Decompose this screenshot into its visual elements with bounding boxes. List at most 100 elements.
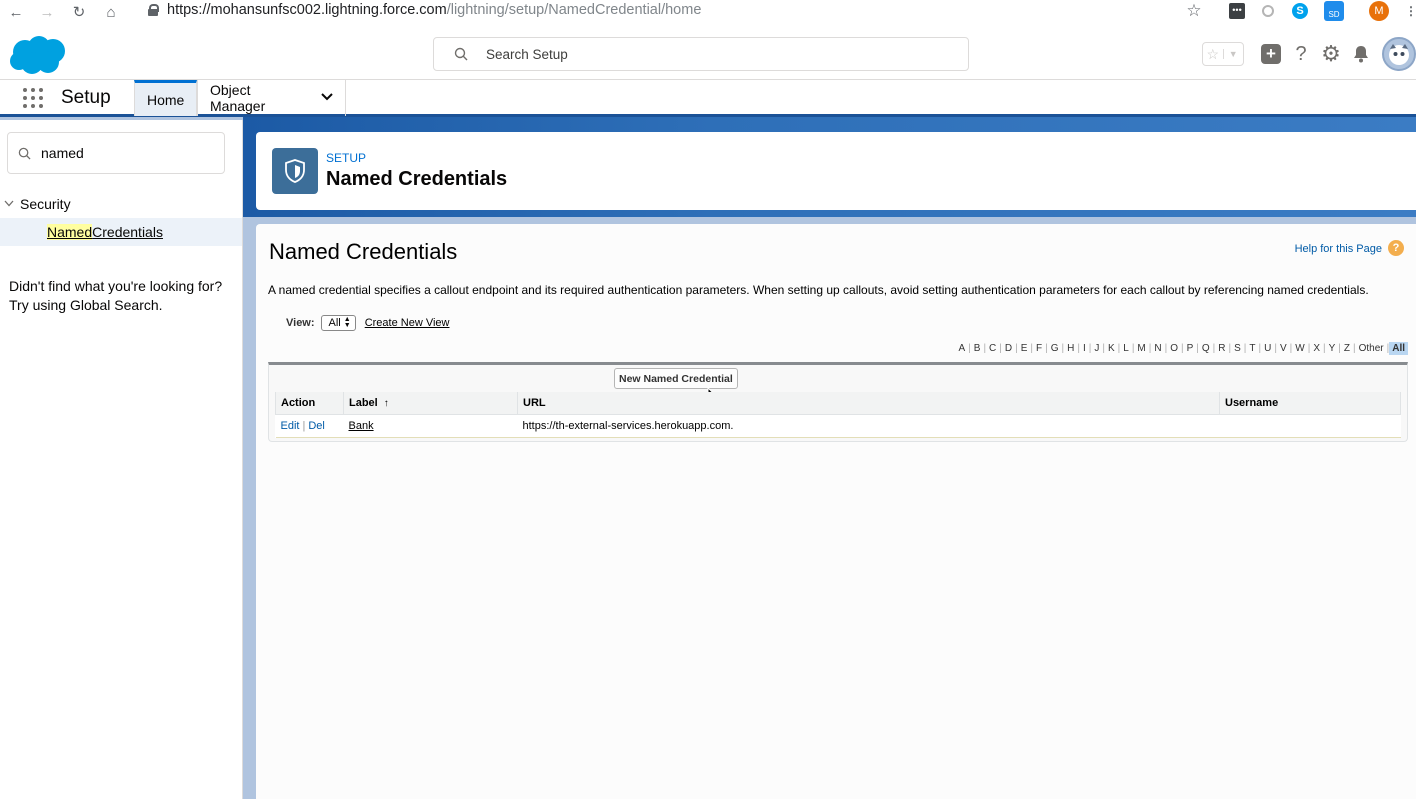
column-header-action: Action [275, 392, 344, 415]
create-new-view-link[interactable]: Create New View [365, 317, 450, 329]
alphabet-letter[interactable]: X [1310, 343, 1323, 354]
favorites-dropdown-icon[interactable]: ▼ [1222, 49, 1244, 59]
help-for-this-page-link[interactable]: Help for this Page [1295, 243, 1382, 255]
alphabet-letter[interactable]: O [1167, 343, 1181, 354]
bookmark-star-icon[interactable]: ☆ [1184, 1, 1204, 21]
alphabet-letter[interactable]: V [1277, 343, 1290, 354]
row-url-cell: https://th-external-services.herokuapp.c… [517, 414, 1220, 438]
alphabet-letter[interactable]: R [1215, 343, 1228, 354]
alphabet-letter[interactable]: B [971, 343, 984, 354]
alphabet-letter[interactable]: P [1184, 343, 1197, 354]
favorites-star-icon[interactable]: ☆ [1203, 46, 1223, 63]
view-label: View: [286, 317, 315, 329]
alphabet-letter[interactable]: N [1151, 343, 1164, 354]
address-bar[interactable]: https://mohansunfsc002.lightning.force.c… [148, 2, 701, 18]
alphabet-letter[interactable]: Y [1326, 343, 1339, 354]
tab-object-manager[interactable]: Object Manager [197, 80, 346, 116]
delete-link[interactable]: Del [308, 420, 325, 432]
view-select[interactable]: All ▲ ▼ [320, 315, 356, 331]
notifications-bell-icon[interactable] [1351, 43, 1371, 65]
view-row: View: All ▲ ▼ Create New View [286, 315, 449, 331]
alphabet-letter[interactable]: H [1064, 343, 1077, 354]
quick-find-input[interactable]: named [7, 132, 225, 174]
sidebar-section-label: Security [20, 196, 71, 212]
alphabet-letter[interactable]: A [955, 343, 968, 354]
content-heading: Named Credentials [269, 239, 458, 264]
setup-sidebar: named Security Named Credentials Didn't … [0, 120, 243, 799]
app-navigation-bar: Setup Home Object Manager [0, 80, 1416, 117]
not-found-message: Didn't find what you're looking for? Try… [9, 278, 223, 313]
extension-icon[interactable]: ••• [1227, 1, 1247, 21]
column-header-label[interactable]: Label ↑ [343, 392, 518, 415]
chevron-down-icon[interactable] [0, 199, 20, 210]
alphabet-letter[interactable]: U [1261, 343, 1274, 354]
salesforce-logo[interactable] [8, 34, 68, 76]
sidebar-item-label: Credentials [92, 224, 163, 240]
table-header-row: Action Label ↑ URL Username [275, 392, 1401, 415]
alphabet-letter[interactable]: S [1231, 343, 1244, 354]
row-label-link[interactable]: Bank [349, 420, 374, 432]
skype-icon[interactable]: S [1290, 1, 1310, 21]
profile-avatar-icon[interactable]: M [1369, 1, 1389, 21]
sidebar-item-named-credentials[interactable]: Named Credentials [0, 218, 242, 246]
user-avatar[interactable] [1382, 37, 1416, 71]
sidebar-section-security[interactable]: Security [0, 192, 242, 216]
help-question-icon[interactable]: ? [1291, 43, 1311, 65]
alphabet-letter[interactable]: Q [1199, 343, 1213, 354]
back-icon[interactable]: ← [0, 0, 32, 24]
home-icon[interactable]: ⌂ [95, 0, 127, 24]
shield-icon [272, 148, 318, 194]
alphabet-letter[interactable]: C [986, 343, 999, 354]
setup-search-input[interactable]: Search Setup [433, 37, 969, 71]
chevron-down-icon[interactable] [321, 92, 333, 104]
alphabet-letter[interactable]: Z [1341, 343, 1353, 354]
app-name: Setup [61, 87, 111, 108]
new-named-credential-button[interactable]: New Named Credential [614, 368, 738, 389]
list-view: New Named Credential Action Label ↑ URL … [268, 362, 1408, 442]
search-icon [18, 147, 31, 160]
forward-icon[interactable]: → [31, 0, 63, 24]
alphabet-letter[interactable]: T [1246, 343, 1258, 354]
browser-toolbar: ← → ↻ ⌂ https://mohansunfsc002.lightning… [0, 0, 1416, 24]
app-launcher-icon[interactable] [23, 88, 43, 108]
row-label-cell: Bank [343, 414, 518, 438]
favorites-group: ☆ ▼ [1202, 42, 1244, 66]
search-placeholder: Search Setup [486, 46, 568, 62]
page-header: SETUP Named Credentials [256, 132, 1416, 210]
browser-menu-icon[interactable]: ⋮ [1401, 1, 1416, 21]
edit-link[interactable]: Edit [281, 420, 300, 432]
credentials-table: Action Label ↑ URL Username Edit | Del Ban… [275, 392, 1401, 438]
lock-icon [148, 4, 159, 16]
alphabet-letter[interactable]: L [1120, 343, 1132, 354]
tab-home[interactable]: Home [134, 80, 198, 116]
column-header-url[interactable]: URL [517, 392, 1220, 415]
alphabet-all[interactable]: All [1389, 342, 1408, 355]
quick-find-value: named [41, 145, 84, 161]
column-header-username[interactable]: Username [1219, 392, 1401, 415]
alphabet-letter[interactable]: D [1002, 343, 1015, 354]
url-path: /lightning/setup/NamedCredential/home [446, 2, 702, 18]
alphabet-letter[interactable]: F [1033, 343, 1045, 354]
extension-circle-icon[interactable] [1258, 1, 1278, 21]
alphabet-filter: A | B | C | D | E | F | G | H | I | J | K | L | M | N | O | P | Q | R | S | T |… [955, 342, 1408, 355]
alphabet-letter[interactable]: E [1018, 343, 1031, 354]
row-username-cell [1219, 414, 1401, 438]
reload-icon[interactable]: ↻ [63, 0, 95, 24]
alphabet-letter[interactable]: J [1091, 343, 1102, 354]
sd-extension-icon[interactable]: SD [1324, 1, 1344, 21]
table-row: Edit | Del Bank https://th-external-servic… [275, 414, 1401, 438]
alphabet-letter[interactable]: K [1105, 343, 1118, 354]
help-icon[interactable]: ? [1388, 240, 1404, 256]
select-arrows-icon: ▲ ▼ [343, 316, 351, 329]
alphabet-letter[interactable]: I [1080, 343, 1089, 354]
astro-avatar-icon [1389, 44, 1409, 65]
search-match-highlight: Named [47, 224, 93, 240]
alphabet-letter[interactable]: M [1134, 343, 1148, 354]
row-actions: Edit | Del [275, 414, 344, 438]
gear-icon[interactable]: ⚙ [1321, 41, 1341, 66]
alphabet-letter[interactable]: G [1048, 343, 1062, 354]
global-actions-plus-icon[interactable]: + [1261, 43, 1281, 65]
alphabet-letter[interactable]: Other [1356, 343, 1387, 354]
alphabet-letter[interactable]: W [1292, 343, 1307, 354]
main-content: Named Credentials Help for this Page ? A… [256, 224, 1416, 799]
